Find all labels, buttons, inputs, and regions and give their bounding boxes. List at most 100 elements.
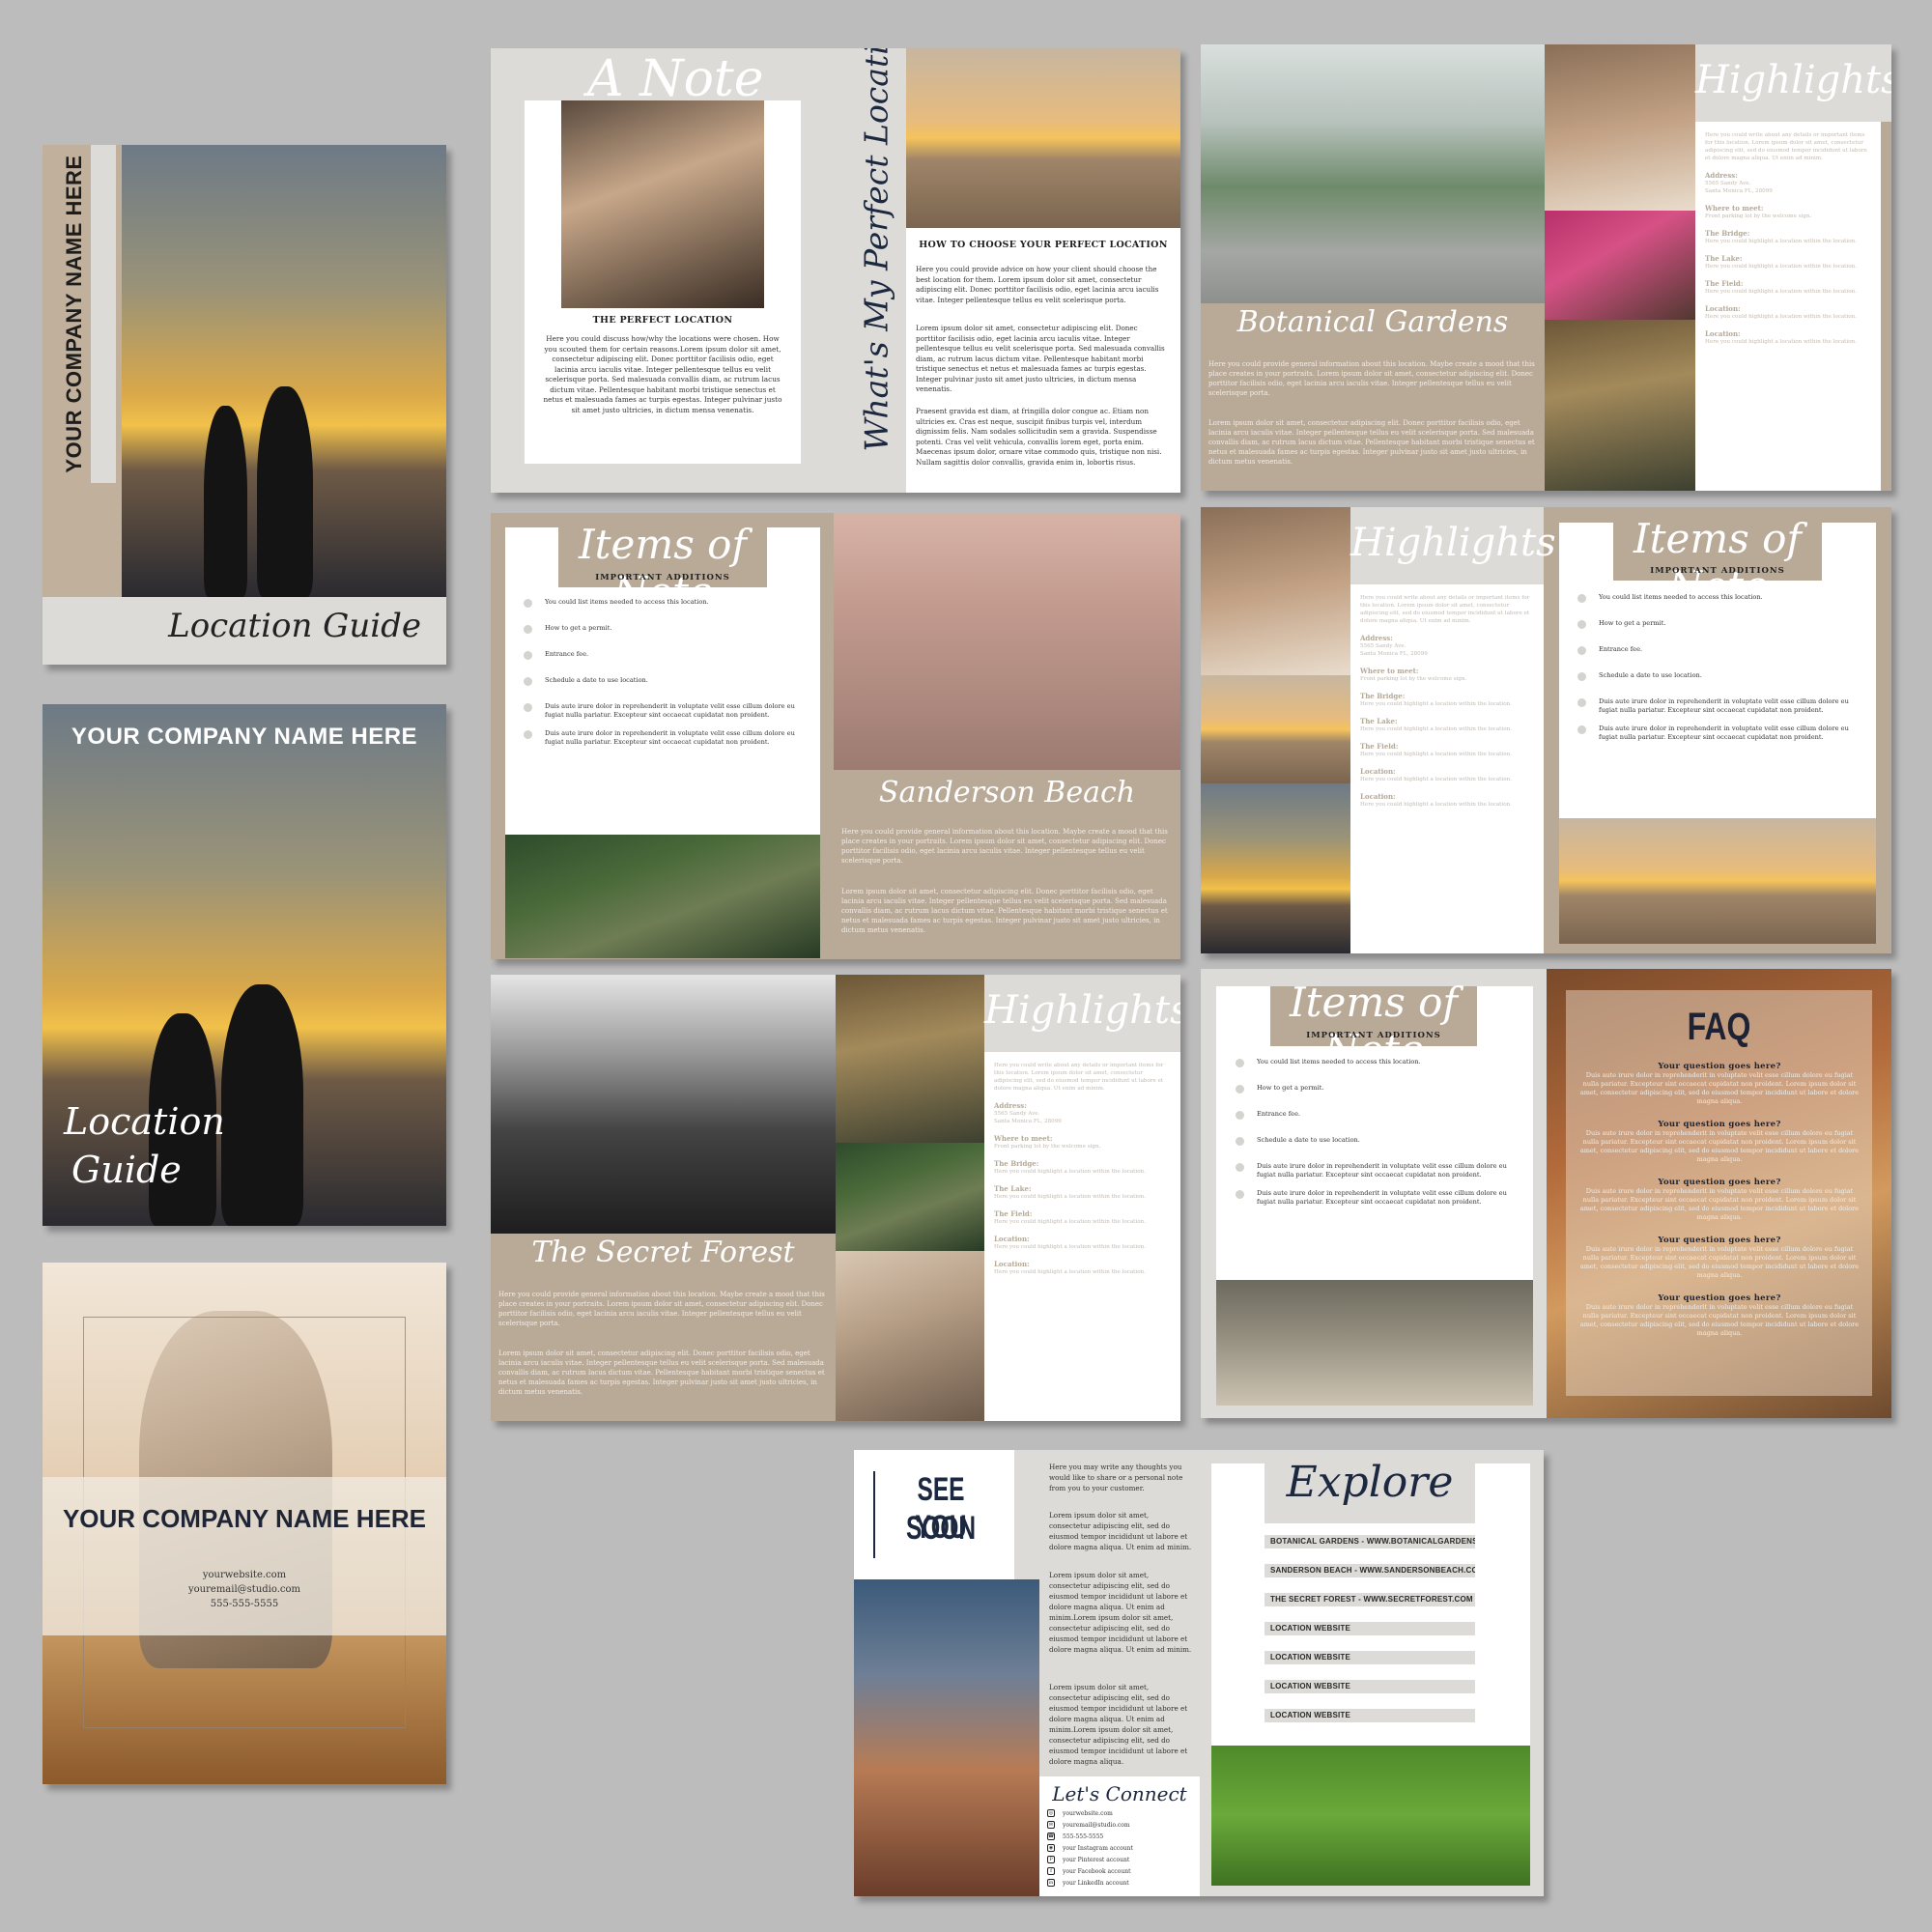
social-email[interactable]: ✉ youremail@studio.com: [1047, 1819, 1192, 1831]
highlights-panel-2: Here you could write about any details o…: [1350, 584, 1544, 953]
items-list-1: You could list items needed to access th…: [524, 598, 811, 764]
spread-botanical: Botanical Gardens Here you could provide…: [1201, 44, 1891, 491]
social-instagram[interactable]: ◉ your Instagram account: [1047, 1842, 1192, 1854]
faq-item[interactable]: Your question goes here? Duis aute irure…: [1579, 1293, 1860, 1338]
note-heading: THE PERFECT LOCATION: [592, 315, 733, 326]
cover-3-email[interactable]: youremail@studio.com: [43, 1584, 446, 1595]
hug-couple-photo: [836, 1143, 984, 1251]
highlights-panel-3: Here you could write about any details o…: [984, 1052, 1180, 1421]
connect-box: Let's Connect ◎ yourwebsite.com ✉ youremai…: [1039, 1776, 1200, 1896]
cover-page-1: YOUR COMPANY NAME HERE Location Guide: [43, 145, 446, 665]
beach-grass-photo: [906, 48, 1180, 228]
faq-item[interactable]: Your question goes here? Duis aute irure…: [1579, 1062, 1860, 1106]
sanderson-general: Here you could provide general informati…: [841, 828, 1168, 865]
cover-2-company: YOUR COMPANY NAME HERE: [71, 724, 418, 750]
pinterest-icon: P: [1047, 1856, 1055, 1863]
globe-icon: ◎: [1047, 1809, 1055, 1817]
social-pinterest[interactable]: Pyour Pinterest account: [1047, 1854, 1192, 1865]
beach-walk-photo: [834, 513, 1180, 770]
cover-3-company: YOUR COMPANY NAME HERE: [62, 1504, 427, 1533]
grass-shadow-photo: [1211, 1746, 1530, 1886]
forest-general: Here you could provide general informati…: [498, 1291, 825, 1327]
cover-1-company: YOUR COMPANY NAME HERE: [62, 155, 86, 473]
photographer-photo: [561, 100, 764, 308]
flowers-couple-photo: [1545, 211, 1695, 320]
cover-2-title-line2: Guide: [71, 1149, 182, 1191]
choose-p2: Lorem ipsum dolor sit amet, consectetur …: [916, 324, 1165, 393]
garden-couple-photo: [1545, 320, 1695, 491]
sanderson-lorem: Lorem ipsum dolor sit amet, consectetur …: [841, 888, 1168, 934]
social-website[interactable]: ◎ yourwebsite.com: [1047, 1807, 1192, 1819]
closing-p1: Here you may write any thoughts you woul…: [1049, 1463, 1183, 1492]
social-facebook[interactable]: f your Facebook account: [1047, 1865, 1192, 1877]
closing-p3: Lorem ipsum dolor sit amet, consectetur …: [1049, 1571, 1192, 1654]
spread-closing: SEE YOU SOON Here you may write any thou…: [854, 1450, 1544, 1896]
dancing-couple-photo: [1201, 507, 1350, 675]
botanical-title: Botanical Gardens: [1236, 305, 1509, 339]
explore-link[interactable]: THE SECRET FOREST - WWW.SECRETFOREST.COM: [1264, 1593, 1475, 1606]
items-list-3: You could list items needed to access th…: [1236, 1058, 1525, 1224]
faq-item[interactable]: Your question goes here? Duis aute irure…: [1579, 1120, 1860, 1164]
mail-icon: ✉: [1047, 1821, 1055, 1829]
woods-couple-photo: [1216, 1280, 1533, 1406]
botanical-highlights-panel: Here you could write about any details o…: [1695, 122, 1881, 491]
highlights-title-2: Highlights: [1350, 521, 1556, 565]
explore-link[interactable]: LOCATION WEBSITE: [1264, 1709, 1475, 1722]
explore-title: Explore: [1286, 1458, 1454, 1507]
faq-item[interactable]: Your question goes here? Duis aute irure…: [1579, 1236, 1860, 1280]
couple-photo-1: [1545, 44, 1695, 211]
choose-p3: Praesent gravida est diam, at fringilla …: [916, 407, 1162, 467]
cover-2-title-line1: Location: [64, 1100, 225, 1143]
faq-title: FAQ: [1687, 1006, 1751, 1048]
explore-link[interactable]: SANDERSON BEACH - WWW.SANDERSONBEACH.COM: [1264, 1564, 1475, 1577]
mountain-hiker-photo: [854, 1579, 1039, 1896]
items-subtitle-1: IMPORTANT ADDITIONS: [595, 573, 730, 582]
closing-p4: Lorem ipsum dolor sit amet, consectetur …: [1049, 1683, 1188, 1766]
botanical-general: Here you could provide general informati…: [1208, 360, 1535, 397]
greenhouse-photo: [1201, 44, 1545, 303]
cover-3-phone[interactable]: 555-555-5555: [43, 1599, 446, 1609]
phone-icon: ☎: [1047, 1833, 1055, 1840]
explore-link[interactable]: BOTANICAL GARDENS - WWW.BOTANICALGARDENS…: [1264, 1535, 1475, 1548]
linkedin-icon: in: [1047, 1879, 1055, 1887]
botanical-lorem: Lorem ipsum dolor sit amet, consectetur …: [1208, 419, 1535, 466]
highlights-title-3: Highlights: [984, 988, 1180, 1033]
faq-item[interactable]: Your question goes here? Duis aute irure…: [1579, 1178, 1860, 1222]
botanical-highlights-title: Highlights: [1695, 58, 1891, 102]
items-subtitle-2: IMPORTANT ADDITIONS: [1650, 566, 1785, 576]
note-body: Here you could discuss how/why the locat…: [543, 334, 782, 414]
spread-highlights-items: Highlights Here you could write about an…: [1201, 507, 1891, 953]
jungle-path-photo: [505, 835, 820, 958]
explore-list: BOTANICAL GARDENS - WWW.BOTANICALGARDENS…: [1264, 1535, 1475, 1738]
cover-page-3: YOUR COMPANY NAME HERE yourwebsite.com y…: [43, 1263, 446, 1784]
cover-3-band: [43, 1477, 446, 1635]
explore-link[interactable]: LOCATION WEBSITE: [1264, 1622, 1475, 1635]
dock-couple-photo: [1201, 783, 1350, 953]
explore-link[interactable]: LOCATION WEBSITE: [1264, 1651, 1475, 1664]
facebook-icon: f: [1047, 1867, 1055, 1875]
connect-title: Let's Connect: [1052, 1782, 1187, 1805]
cover-page-2: YOUR COMPANY NAME HERE Location Guide: [43, 704, 446, 1226]
forest-bw-photo: [491, 975, 836, 1234]
items-subtitle-3: IMPORTANT ADDITIONS: [1306, 1031, 1441, 1040]
spread-secret-forest: The Secret Forest Here you could provide…: [491, 975, 1180, 1421]
forest-lorem: Lorem ipsum dolor sit amet, consectetur …: [498, 1350, 825, 1396]
social-phone[interactable]: ☎ 555-555-5555: [1047, 1831, 1192, 1842]
social-linkedin[interactable]: in your LinkedIn account: [1047, 1877, 1192, 1889]
lying-couple-photo: [836, 975, 984, 1143]
closing-p2: Lorem ipsum dolor sit amet, consectetur …: [1049, 1511, 1192, 1551]
explore-link[interactable]: LOCATION WEBSITE: [1264, 1680, 1475, 1693]
choose-heading: HOW TO CHOOSE YOUR PERFECT LOCATION: [919, 240, 1168, 250]
cover-1-title: Location Guide: [168, 607, 421, 645]
see-you-rule: [873, 1471, 875, 1558]
items-list-2: You could list items needed to access th…: [1577, 593, 1867, 759]
choose-p1: Here you could provide advice on how you…: [916, 265, 1159, 304]
instagram-icon: ◉: [1047, 1844, 1055, 1852]
note-script-title: A Note: [587, 50, 764, 108]
cover-1-photo: [122, 145, 446, 597]
spread-sanderson: Items of Note IMPORTANT ADDITIONS You co…: [491, 513, 1180, 959]
smiling-couple-photo: [836, 1251, 984, 1421]
faq-list: Your question goes here? Duis aute irure…: [1579, 1062, 1860, 1338]
cover-3-website[interactable]: yourwebsite.com: [43, 1570, 446, 1580]
see-you-line2: SOON: [905, 1510, 977, 1547]
